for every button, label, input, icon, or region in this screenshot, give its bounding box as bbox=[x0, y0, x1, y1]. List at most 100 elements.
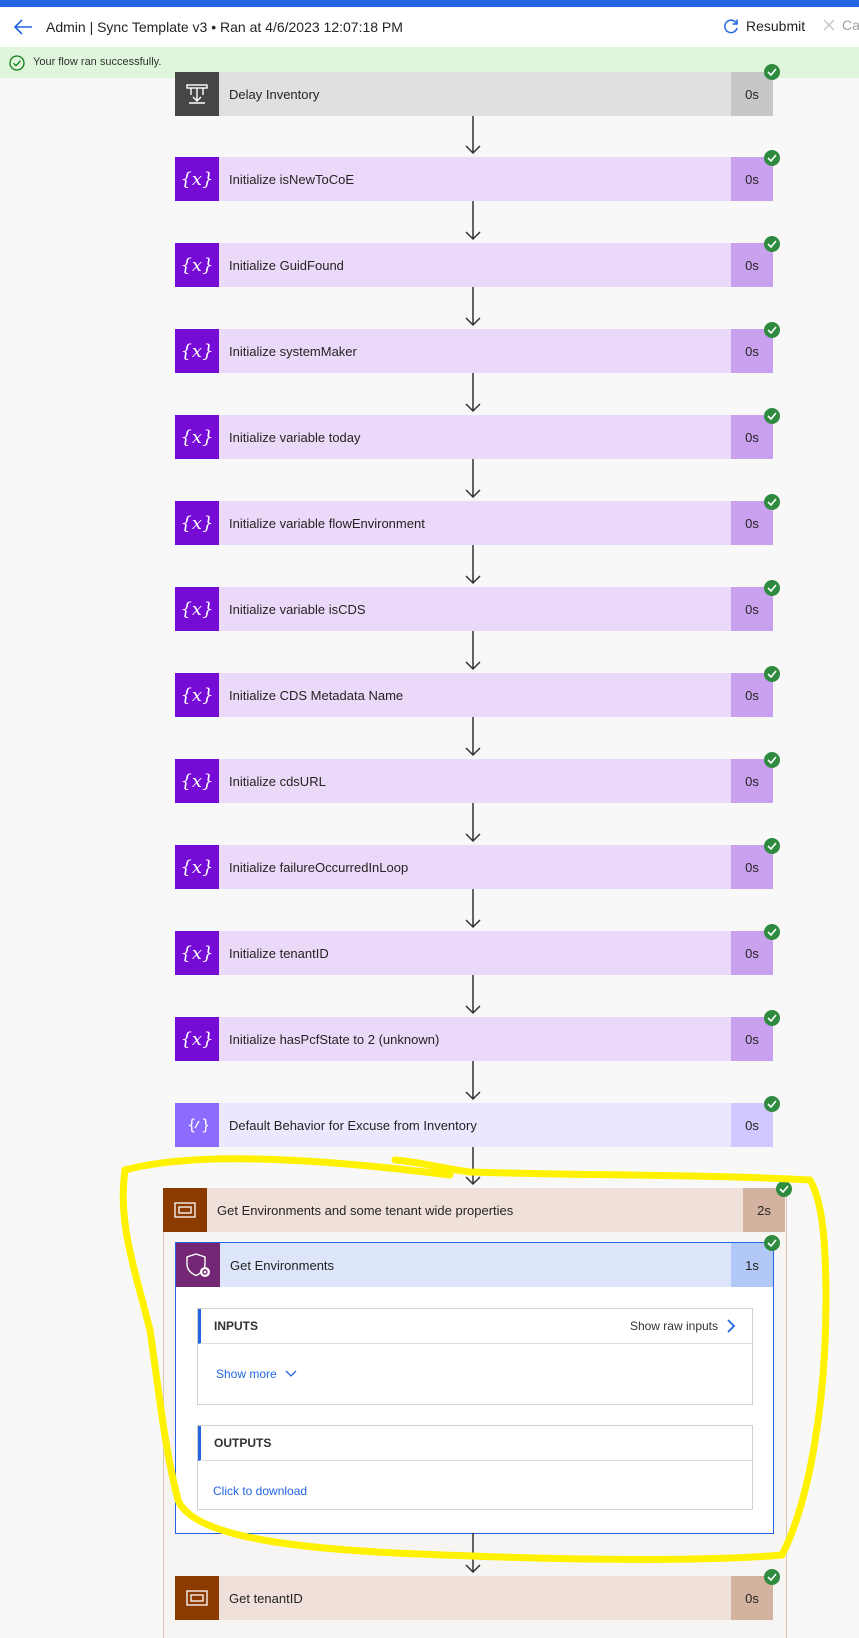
inputs-title: INPUTS bbox=[214, 1319, 259, 1333]
success-check-icon bbox=[764, 1569, 780, 1585]
success-check-icon bbox=[764, 150, 780, 166]
success-check-icon bbox=[764, 322, 780, 338]
step-label: Get tenantID bbox=[219, 1576, 731, 1620]
resubmit-label: Resubmit bbox=[746, 18, 806, 34]
success-check-icon bbox=[764, 1010, 780, 1026]
step-label: Initialize hasPcfState to 2 (unknown) bbox=[219, 1017, 731, 1061]
step-initialize-systemmaker[interactable]: {𝑥} Initialize systemMaker 0s bbox=[175, 329, 773, 373]
success-check-icon bbox=[764, 666, 780, 682]
top-accent-bar bbox=[0, 0, 859, 7]
cancel-label: Ca bbox=[842, 17, 859, 33]
outputs-section: OUTPUTS Click to download bbox=[197, 1425, 753, 1510]
step-initialize-haspcfstate[interactable]: {𝑥} Initialize hasPcfState to 2 (unknown… bbox=[175, 1017, 773, 1061]
close-icon bbox=[823, 19, 835, 31]
success-check-icon bbox=[764, 580, 780, 596]
show-raw-inputs-label: Show raw inputs bbox=[629, 1319, 718, 1333]
svg-text:{: { bbox=[187, 1116, 197, 1134]
refresh-icon bbox=[724, 19, 738, 34]
banner-message: Your flow ran successfully. bbox=[33, 56, 162, 68]
step-label: Initialize tenantID bbox=[219, 931, 731, 975]
step-label: Initialize isNewToCoE bbox=[219, 157, 731, 201]
connector-arrow bbox=[465, 717, 481, 757]
step-initialize-variable-flowenvironment[interactable]: {𝑥} Initialize variable flowEnvironment … bbox=[175, 501, 773, 545]
step-label: Initialize failureOccurredInLoop bbox=[219, 845, 731, 889]
step-label: Delay Inventory bbox=[219, 72, 731, 116]
success-check-icon bbox=[764, 494, 780, 510]
connector-arrow bbox=[465, 287, 481, 327]
success-check-icon bbox=[764, 752, 780, 768]
back-button[interactable] bbox=[12, 17, 34, 37]
connector-arrow bbox=[465, 1061, 481, 1101]
svg-text:}: } bbox=[201, 1116, 208, 1134]
step-initialize-tenantid[interactable]: {𝑥} Initialize tenantID 0s bbox=[175, 931, 773, 975]
variable-icon: {𝑥} bbox=[175, 931, 219, 975]
chevron-down-icon bbox=[285, 1370, 297, 1377]
show-more-label: Show more bbox=[216, 1367, 277, 1381]
connector-arrow bbox=[465, 803, 481, 843]
success-check-icon bbox=[9, 55, 25, 71]
success-check-icon bbox=[776, 1181, 792, 1197]
step-initialize-failureoccurredinloop[interactable]: {𝑥} Initialize failureOccurredInLoop 0s bbox=[175, 845, 773, 889]
action-header[interactable]: Get Environments 1s bbox=[176, 1243, 773, 1287]
connector-arrow bbox=[465, 1147, 481, 1186]
step-initialize-cdsurl[interactable]: {𝑥} Initialize cdsURL 0s bbox=[175, 759, 773, 803]
step-label: Default Behavior for Excuse from Invento… bbox=[219, 1103, 731, 1147]
click-to-download-label: Click to download bbox=[213, 1484, 308, 1498]
compose-icon: {} bbox=[175, 1103, 219, 1147]
success-check-icon bbox=[764, 236, 780, 252]
step-initialize-guidfound[interactable]: {𝑥} Initialize GuidFound 0s bbox=[175, 243, 773, 287]
variable-icon: {𝑥} bbox=[175, 1017, 219, 1061]
step-label: Initialize GuidFound bbox=[219, 243, 731, 287]
connector-arrow bbox=[465, 459, 481, 499]
step-label: Initialize variable flowEnvironment bbox=[219, 501, 731, 545]
scope-get-environments[interactable]: Get Environments and some tenant wide pr… bbox=[163, 1188, 785, 1232]
connector-arrow bbox=[465, 545, 481, 585]
scope-label: Get Environments and some tenant wide pr… bbox=[207, 1188, 743, 1232]
variable-icon: {𝑥} bbox=[175, 157, 219, 201]
success-check-icon bbox=[764, 408, 780, 424]
click-to-download-link[interactable]: Click to download bbox=[213, 1482, 307, 1500]
scope-icon bbox=[163, 1188, 207, 1232]
show-more-button[interactable]: Show more bbox=[216, 1367, 297, 1381]
variable-icon: {𝑥} bbox=[175, 501, 219, 545]
scope-icon bbox=[175, 1576, 219, 1620]
connector-arrow bbox=[465, 116, 481, 155]
success-check-icon bbox=[764, 64, 780, 80]
step-label: Initialize cdsURL bbox=[219, 759, 731, 803]
connector-arrow bbox=[465, 201, 481, 241]
variable-icon: {𝑥} bbox=[175, 673, 219, 717]
step-label: Initialize systemMaker bbox=[219, 329, 731, 373]
variable-icon: {𝑥} bbox=[175, 759, 219, 803]
connector-arrow bbox=[465, 373, 481, 413]
success-check-icon bbox=[764, 1235, 780, 1251]
step-label: Initialize variable isCDS bbox=[219, 587, 731, 631]
page-title: Admin | Sync Template v3 • Ran at 4/6/20… bbox=[46, 19, 403, 35]
step-label: Initialize variable today bbox=[219, 415, 731, 459]
header: Admin | Sync Template v3 • Ran at 4/6/20… bbox=[0, 7, 859, 47]
variable-icon: {𝑥} bbox=[175, 329, 219, 373]
outputs-title: OUTPUTS bbox=[214, 1436, 272, 1450]
step-get-tenantid[interactable]: Get tenantID 0s bbox=[175, 1576, 773, 1620]
show-raw-inputs-button[interactable]: Show raw inputs bbox=[630, 1319, 736, 1333]
connector-arrow bbox=[465, 975, 481, 1015]
connector-arrow bbox=[465, 631, 481, 671]
arrow-left-icon bbox=[13, 19, 32, 35]
variable-icon: {𝑥} bbox=[175, 587, 219, 631]
step-initialize-variable-today[interactable]: {𝑥} Initialize variable today 0s bbox=[175, 415, 773, 459]
step-initialize-cds-metadata-name[interactable]: {𝑥} Initialize CDS Metadata Name 0s bbox=[175, 673, 773, 717]
outputs-header: OUTPUTS bbox=[198, 1426, 752, 1461]
step-initialize-isnewtocoe[interactable]: {𝑥} Initialize isNewToCoE 0s bbox=[175, 157, 773, 201]
inputs-section: INPUTS Show raw inputs Show more bbox=[197, 1308, 753, 1405]
step-label: Initialize CDS Metadata Name bbox=[219, 673, 731, 717]
success-check-icon bbox=[764, 838, 780, 854]
step-delay-inventory[interactable]: Delay Inventory 0s bbox=[175, 72, 773, 116]
step-initialize-variable-iscds[interactable]: {𝑥} Initialize variable isCDS 0s bbox=[175, 587, 773, 631]
variable-icon: {𝑥} bbox=[175, 845, 219, 889]
cancel-button[interactable]: Ca bbox=[822, 17, 859, 33]
variable-icon: {𝑥} bbox=[175, 415, 219, 459]
shield-icon bbox=[176, 1243, 220, 1287]
connector-arrow bbox=[465, 889, 481, 929]
resubmit-button[interactable]: Resubmit bbox=[722, 17, 805, 35]
step-default-behavior[interactable]: {} Default Behavior for Excuse from Inve… bbox=[175, 1103, 773, 1147]
inputs-header: INPUTS Show raw inputs bbox=[198, 1309, 752, 1344]
